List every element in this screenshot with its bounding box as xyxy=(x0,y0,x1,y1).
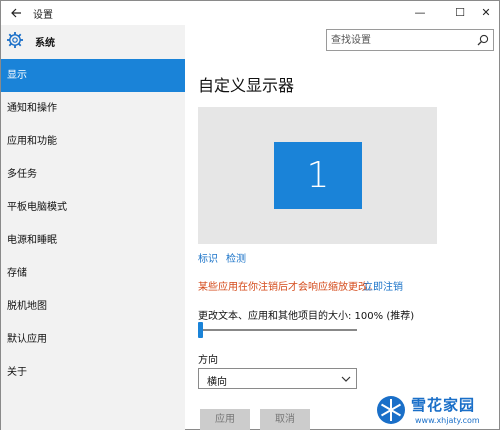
orientation-dropdown[interactable]: 横向 xyxy=(198,368,357,389)
gear-icon xyxy=(7,32,23,48)
monitor-tile[interactable]: 1 xyxy=(274,142,362,209)
scale-slider-thumb[interactable] xyxy=(198,322,203,338)
chevron-down-icon xyxy=(341,376,351,382)
sidebar-item-apps-features[interactable]: 应用和功能 xyxy=(1,125,185,158)
watermark-text: 雪花家园 xyxy=(411,396,476,414)
watermark-url: www.xhjaty.com xyxy=(415,416,480,425)
settings-window: 设置 — ☐ ✕ 系统 显示 通知和操作 应用和功能 多任务 平板电脑模式 电源… xyxy=(0,0,500,430)
close-button[interactable]: ✕ xyxy=(471,3,500,23)
arrow-left-icon xyxy=(11,8,21,18)
sidebar-item-multitasking[interactable]: 多任务 xyxy=(1,158,185,191)
search-icon[interactable] xyxy=(477,34,489,46)
sidebar-item-display[interactable]: 显示 xyxy=(1,59,185,92)
scale-slider-track[interactable] xyxy=(198,329,357,331)
detect-link[interactable]: 检测 xyxy=(226,250,246,265)
sidebar-header: 系统 xyxy=(1,25,185,59)
sidebar-item-power-sleep[interactable]: 电源和睡眠 xyxy=(1,224,185,257)
snowflake-logo-icon xyxy=(377,396,405,424)
orientation-value: 横向 xyxy=(207,377,227,388)
scaling-warning-text: 某些应用在你注销后才会响应缩放更改。 xyxy=(198,282,378,293)
apply-button[interactable]: 应用 xyxy=(200,409,250,430)
minimize-button[interactable]: — xyxy=(405,3,435,23)
search-box[interactable] xyxy=(326,29,494,51)
cancel-button[interactable]: 取消 xyxy=(260,409,310,430)
sign-out-now-link[interactable]: 立即注销 xyxy=(363,278,403,293)
sidebar-item-storage[interactable]: 存储 xyxy=(1,257,185,290)
scale-label: 更改文本、应用和其他项目的大小: 100% (推荐) xyxy=(198,311,415,322)
sidebar-title: 系统 xyxy=(35,38,55,49)
window-title: 设置 xyxy=(33,10,53,21)
display-arrangement-area: 1 xyxy=(198,107,437,244)
watermark: 雪花家园 www.xhjaty.com xyxy=(375,394,499,430)
sidebar-item-notifications[interactable]: 通知和操作 xyxy=(1,92,185,125)
title-bar: 设置 — ☐ ✕ xyxy=(1,1,499,25)
identify-link[interactable]: 标识 xyxy=(198,250,218,265)
sidebar-item-offline-maps[interactable]: 脱机地图 xyxy=(1,290,185,323)
sidebar: 系统 显示 通知和操作 应用和功能 多任务 平板电脑模式 电源和睡眠 存储 脱机… xyxy=(1,25,185,430)
page-title: 自定义显示器 xyxy=(198,76,295,95)
sidebar-item-default-apps[interactable]: 默认应用 xyxy=(1,323,185,356)
sidebar-item-tablet-mode[interactable]: 平板电脑模式 xyxy=(1,191,185,224)
sidebar-item-about[interactable]: 关于 xyxy=(1,356,185,389)
orientation-label: 方向 xyxy=(198,355,218,366)
search-input[interactable] xyxy=(331,32,471,48)
back-button[interactable] xyxy=(7,4,25,22)
